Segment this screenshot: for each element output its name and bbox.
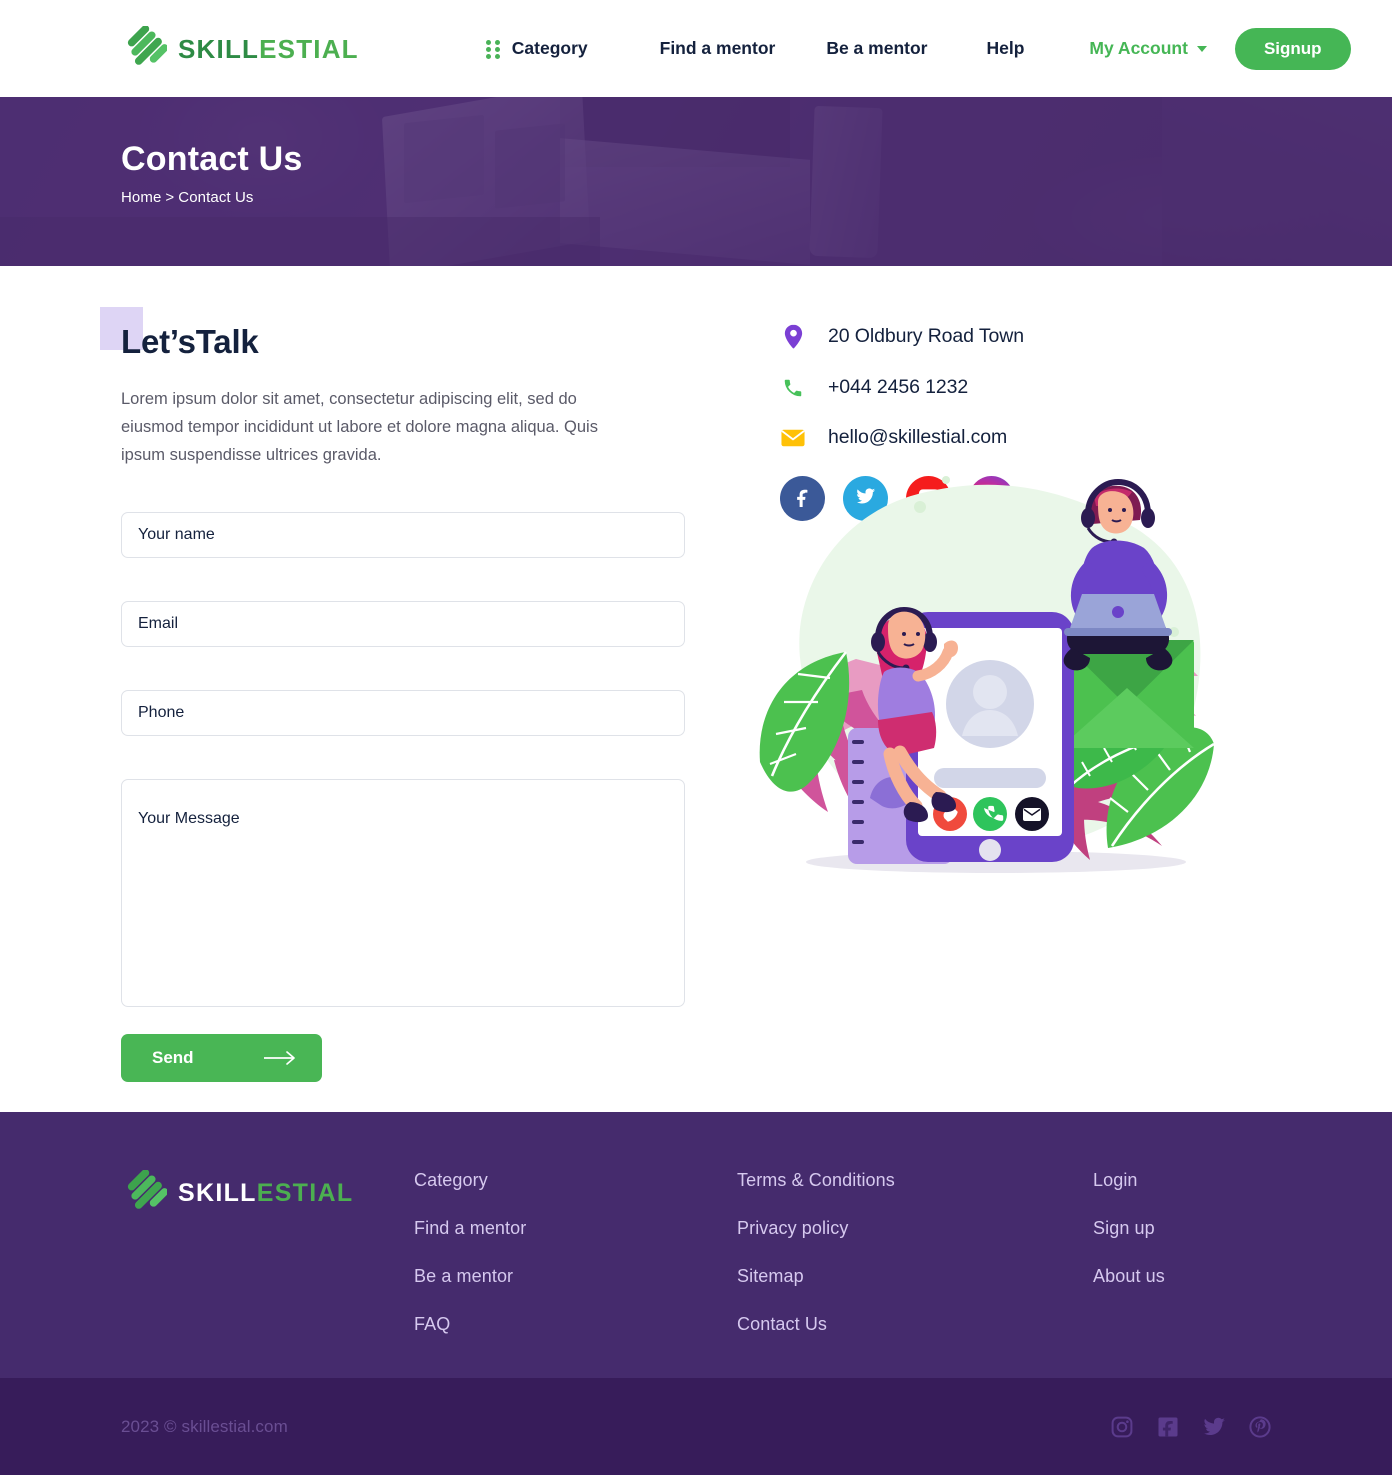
nav-item-help[interactable]: Help [986, 38, 1024, 59]
footer-logo-part1: SKILL [178, 1178, 257, 1207]
footer-link-sign-up[interactable]: Sign up [1093, 1218, 1165, 1239]
footer-link-contact-us[interactable]: Contact Us [737, 1314, 1093, 1335]
page-hero: Contact Us Home > Contact Us [0, 97, 1392, 266]
phone-icon [780, 377, 806, 399]
footer-link-sitemap[interactable]: Sitemap [737, 1266, 1093, 1287]
footer-pinterest-link[interactable] [1248, 1415, 1272, 1439]
contact-email-row: hello@skillestial.com [780, 426, 1272, 449]
instagram-icon [1111, 1416, 1133, 1437]
footer-twitter-link[interactable] [1202, 1415, 1226, 1439]
skillestial-chevron-logo-icon [121, 1169, 169, 1216]
nav-item-find-a-mentor-label: Find a mentor [659, 38, 776, 58]
breadcrumb-separator: > [165, 188, 175, 206]
envelope-icon [780, 429, 806, 447]
grid-dots-icon [485, 39, 501, 59]
footer-facebook-link[interactable] [1156, 1415, 1180, 1439]
breadcrumb-home-link[interactable]: Home [121, 189, 161, 206]
header-logo-text: SKILLESTIAL [178, 36, 359, 62]
logo-text-part2: ESTIAL [259, 33, 359, 64]
send-button-label: Send [152, 1048, 194, 1068]
name-input[interactable] [121, 512, 685, 559]
location-pin-icon [780, 324, 806, 349]
nav-item-be-a-mentor-label: Be a mentor [826, 38, 928, 58]
site-header: SKILLESTIAL Category Find a mentor Be a … [0, 0, 1392, 97]
breadcrumb-current: Contact Us [178, 188, 254, 206]
my-account-label: My Account [1089, 38, 1188, 58]
footer-logo-part2: ESTIAL [256, 1178, 354, 1207]
main-navigation: Category Find a mentor Be a mentor Help … [485, 27, 1351, 70]
page-title: Contact Us [121, 140, 303, 178]
nav-item-find-a-mentor[interactable]: Find a mentor [660, 38, 776, 59]
copyright-text: 2023 © skillestial.com [121, 1416, 288, 1436]
contact-address-row: 20 Oldbury Road Town [780, 324, 1272, 349]
send-button[interactable]: Send [121, 1034, 322, 1083]
contact-info-list: 20 Oldbury Road Town +044 2456 1232 hell… [780, 324, 1272, 449]
chevron-down-icon [1196, 45, 1207, 52]
my-account-dropdown[interactable]: My Account [1089, 38, 1207, 59]
arrow-right-icon [264, 1050, 297, 1066]
skillestial-chevron-logo-icon [121, 24, 169, 72]
twitter-icon [1203, 1417, 1225, 1435]
contact-email-text: hello@skillestial.com [828, 426, 1008, 448]
footer-link-about-us[interactable]: About us [1093, 1266, 1165, 1287]
breadcrumb: Home > Contact Us [121, 189, 1392, 206]
contact-support-phone-illustration [738, 462, 1238, 892]
footer-column-3: Login Sign up About us [1093, 1170, 1165, 1378]
nav-item-help-label: Help [986, 38, 1025, 58]
footer-column-2: Terms & Conditions Privacy policy Sitema… [737, 1170, 1093, 1378]
contact-phone-text: +044 2456 1232 [828, 376, 969, 398]
footer-link-terms[interactable]: Terms & Conditions [737, 1170, 1093, 1191]
phone-input[interactable] [121, 690, 685, 737]
footer-brand[interactable]: SKILLESTIAL [121, 1169, 414, 1378]
pinterest-icon [1249, 1415, 1271, 1438]
signup-button[interactable]: Signup [1234, 27, 1351, 70]
header-logo[interactable]: SKILLESTIAL [121, 24, 359, 72]
message-textarea[interactable] [121, 779, 685, 1008]
footer-link-privacy[interactable]: Privacy policy [737, 1218, 1093, 1239]
footer-link-be-a-mentor[interactable]: Be a mentor [414, 1266, 737, 1287]
hero-content: Contact Us Home > Contact Us [0, 97, 1392, 206]
footer-link-category[interactable]: Category [414, 1170, 737, 1191]
contact-info-column: 20 Oldbury Road Town +044 2456 1232 hell… [706, 266, 1272, 1112]
nav-item-category-label: Category [511, 38, 588, 58]
email-input[interactable] [121, 601, 685, 648]
footer-link-find-a-mentor[interactable]: Find a mentor [414, 1218, 737, 1239]
footer-social-links [1110, 1415, 1272, 1439]
contact-address-text: 20 Oldbury Road Town [828, 325, 1025, 347]
site-footer: SKILLESTIAL Category Find a mentor Be a … [0, 1112, 1392, 1378]
footer-bottom-bar: 2023 © skillestial.com [0, 1378, 1392, 1475]
footer-link-login[interactable]: Login [1093, 1170, 1165, 1191]
footer-link-faq[interactable]: FAQ [414, 1314, 737, 1335]
nav-item-be-a-mentor[interactable]: Be a mentor [826, 38, 927, 59]
section-heading: Let’sTalk [121, 323, 259, 360]
contact-main: Let’sTalk Lorem ipsum dolor sit amet, co… [0, 266, 1392, 1112]
footer-logo-text: SKILLESTIAL [178, 1178, 354, 1207]
nav-item-category[interactable]: Category [485, 38, 588, 59]
contact-form-column: Let’sTalk Lorem ipsum dolor sit amet, co… [100, 266, 706, 1112]
section-heading-wrap: Let’sTalk [100, 307, 259, 360]
footer-instagram-link[interactable] [1110, 1415, 1134, 1439]
section-description: Lorem ipsum dolor sit amet, consectetur … [121, 390, 598, 464]
facebook-icon [1158, 1417, 1178, 1437]
footer-column-1: Category Find a mentor Be a mentor FAQ [414, 1170, 737, 1378]
footer-logo[interactable]: SKILLESTIAL [121, 1169, 414, 1216]
contact-phone-row: +044 2456 1232 [780, 376, 1272, 399]
logo-text-part1: SKILL [178, 33, 260, 64]
